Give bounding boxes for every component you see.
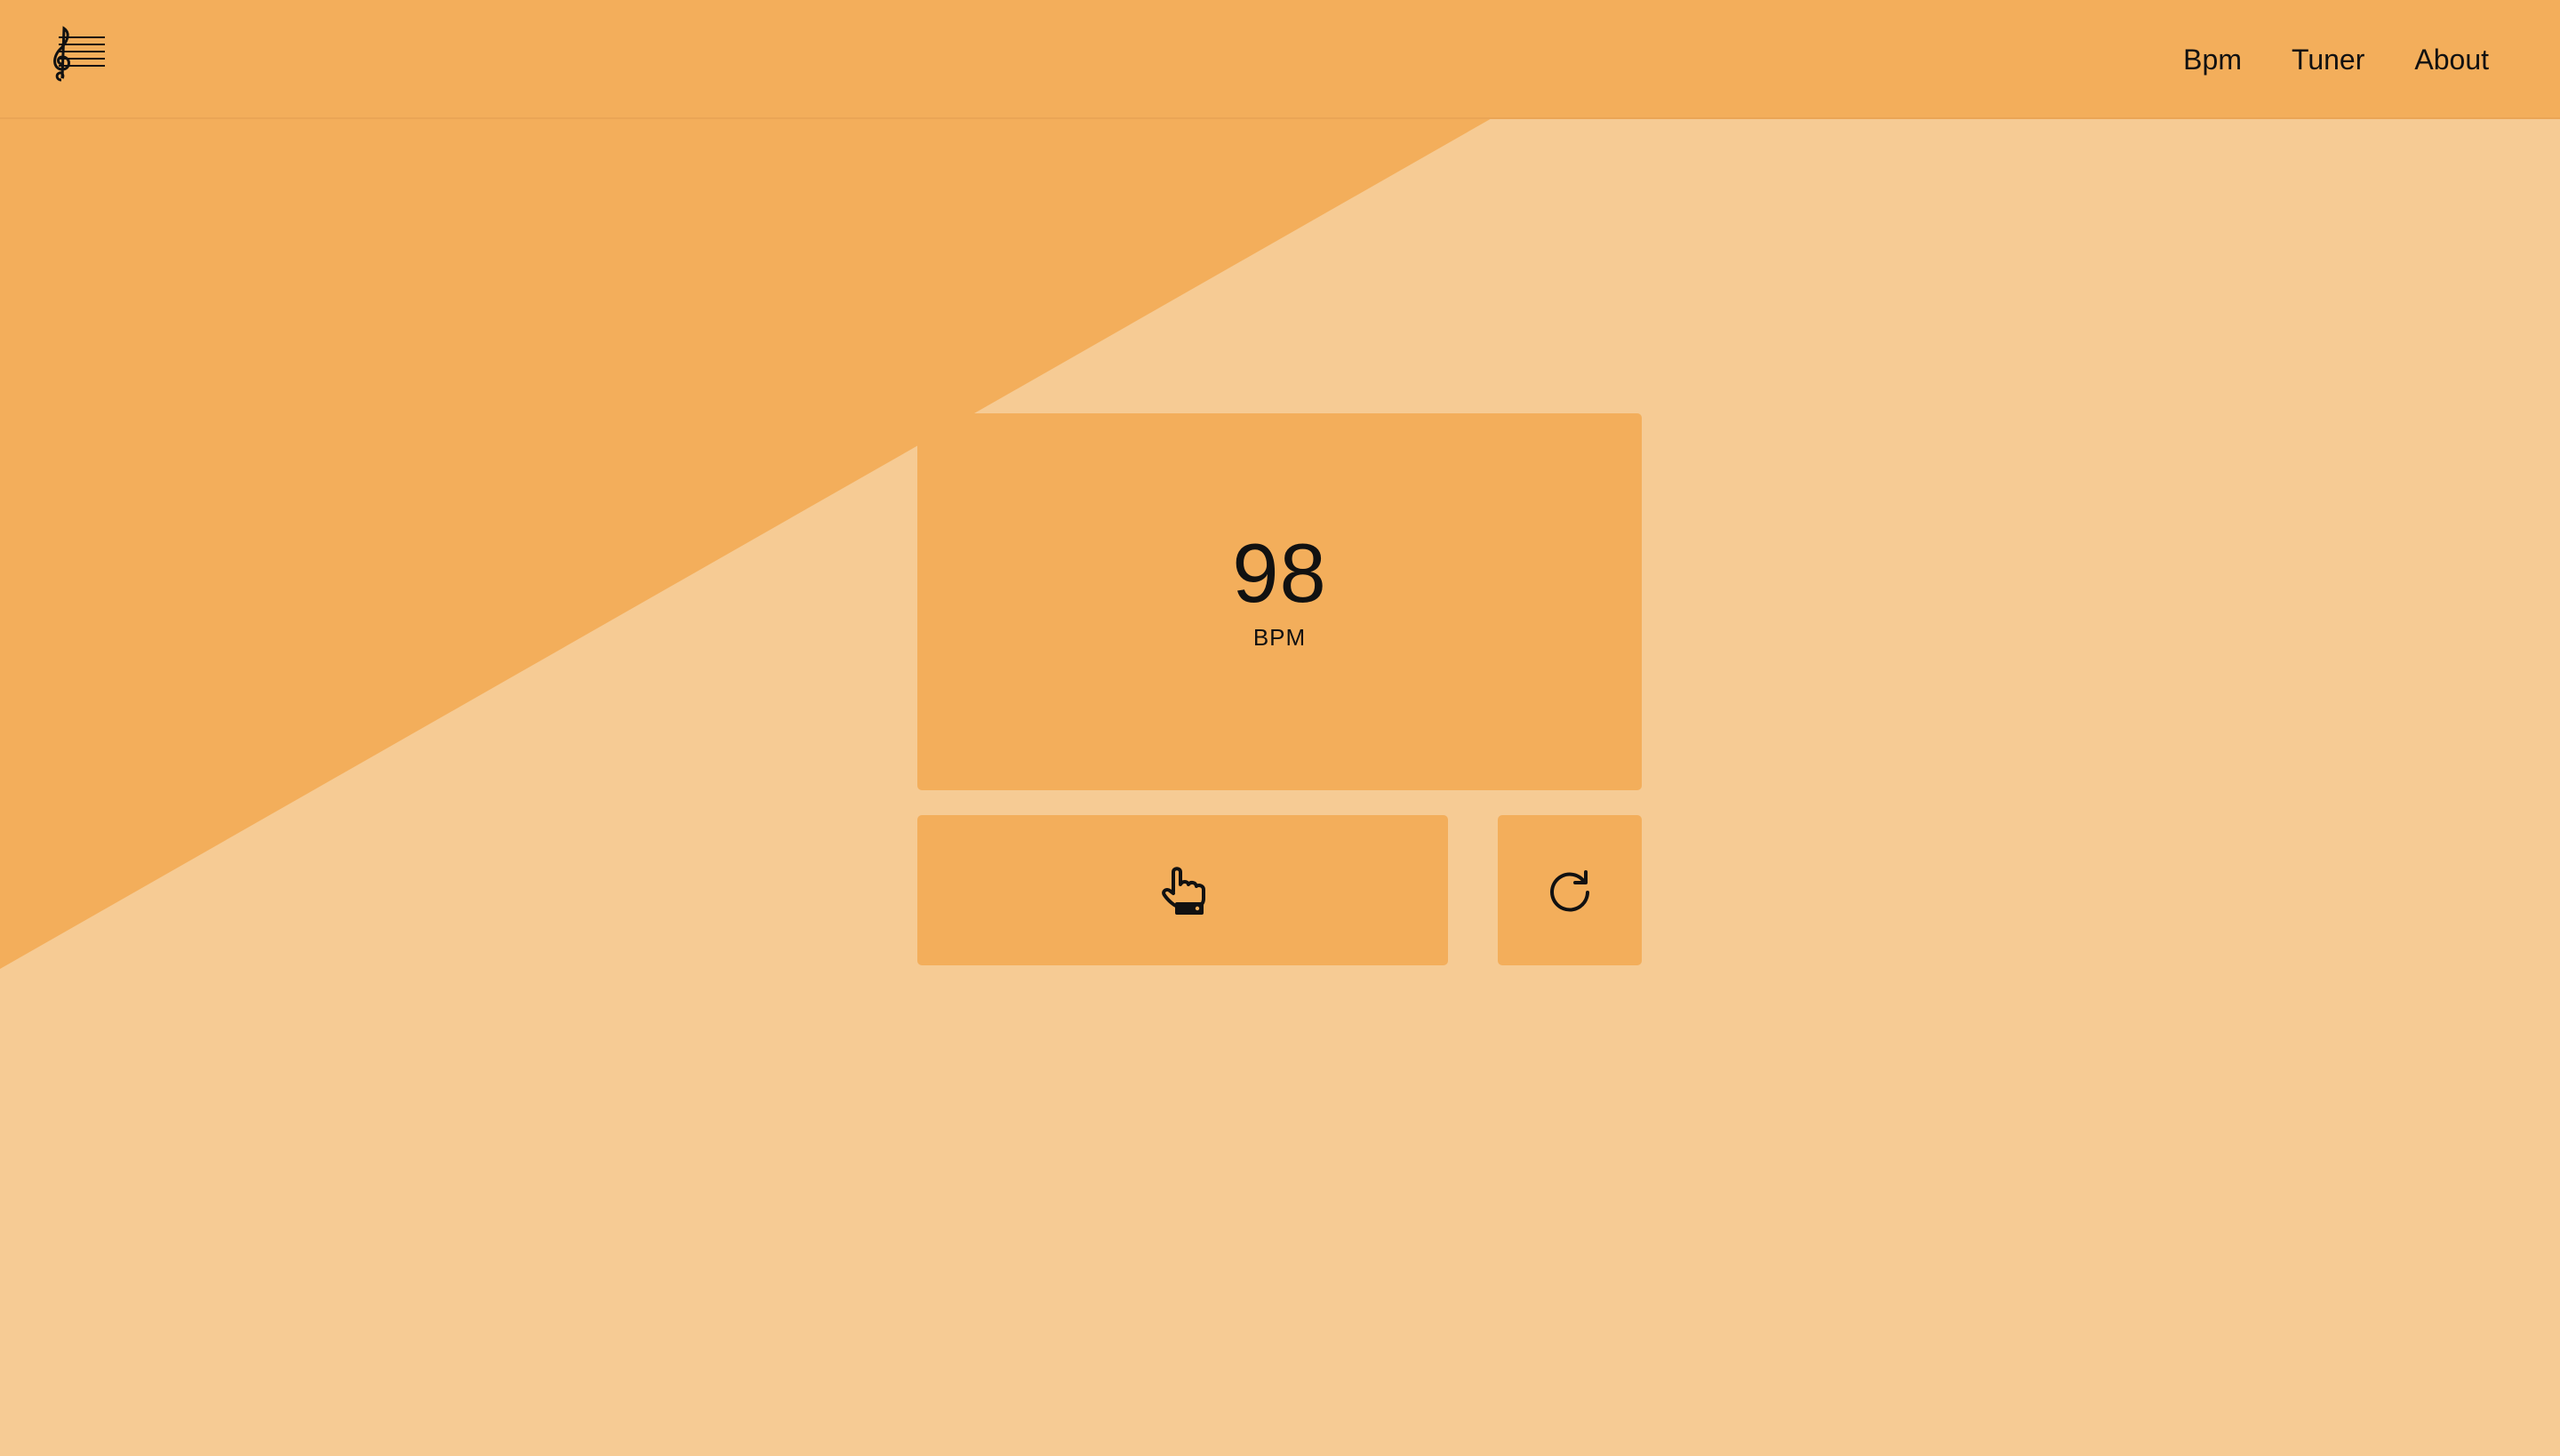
- tap-tempo-button[interactable]: [917, 815, 1448, 965]
- nav-link-about[interactable]: About: [2414, 44, 2489, 76]
- main-nav: Bpm Tuner About: [2183, 0, 2560, 119]
- page: Bpm Tuner About 98 BPM: [0, 0, 2560, 1456]
- reset-button[interactable]: [1498, 815, 1642, 965]
- bpm-display-card: 98 BPM: [917, 413, 1642, 790]
- top-navbar: Bpm Tuner About: [0, 0, 2560, 119]
- bpm-unit-label: BPM: [1252, 623, 1307, 651]
- nav-link-tuner[interactable]: Tuner: [2292, 44, 2364, 76]
- treble-clef-logo-icon[interactable]: [46, 25, 108, 87]
- reset-icon: [1547, 868, 1593, 914]
- bpm-value: 98: [1232, 525, 1327, 620]
- tap-hand-icon: [1159, 865, 1207, 916]
- nav-link-bpm[interactable]: Bpm: [2183, 44, 2242, 76]
